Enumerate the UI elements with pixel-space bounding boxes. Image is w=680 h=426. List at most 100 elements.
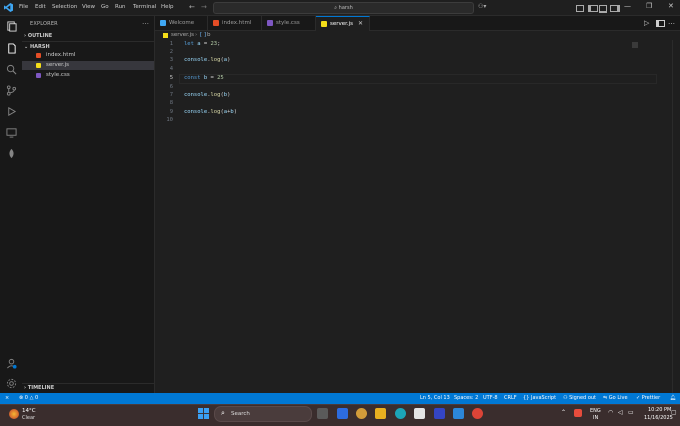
breadcrumb-file[interactable]: server.js xyxy=(171,32,194,38)
folder-section[interactable]: ⌄ HARSH xyxy=(24,44,50,50)
menu-terminal[interactable]: Terminal xyxy=(133,4,156,10)
timeline-section[interactable]: › TIMELINE xyxy=(24,385,54,391)
run-debug-icon[interactable] xyxy=(4,104,18,118)
copilot-icon[interactable]: ⚇▾ xyxy=(478,3,486,10)
language-bottom[interactable]: IN xyxy=(593,415,598,421)
battery-icon[interactable]: ▭ xyxy=(628,409,634,416)
broadcast-icon: ⇋ xyxy=(603,395,608,401)
line-number: 3 xyxy=(169,57,173,63)
toggle-sidebar-icon[interactable] xyxy=(588,5,598,12)
scrollbar[interactable] xyxy=(672,40,680,393)
run-file-icon[interactable]: ▷ xyxy=(644,19,649,27)
minimize-icon[interactable]: — xyxy=(624,2,631,10)
code-line[interactable]: console.log(b) xyxy=(184,92,230,98)
wifi-icon[interactable]: ◠ xyxy=(608,409,613,416)
clock-date[interactable]: 11/16/2025 xyxy=(644,415,673,421)
maximize-icon[interactable]: ❐ xyxy=(646,2,652,10)
file-item-style-css[interactable]: style.css xyxy=(22,71,154,80)
clock-time[interactable]: 10:20 PM xyxy=(648,407,671,413)
tray-app-icon[interactable] xyxy=(574,409,582,417)
copilot-app-icon[interactable] xyxy=(356,408,367,419)
edge-browser-icon[interactable] xyxy=(395,408,406,419)
taskbar-search-label: Search xyxy=(231,411,250,417)
more-actions-icon[interactable]: … xyxy=(142,18,149,26)
chevron-down-icon: ⌄ xyxy=(24,44,29,50)
line-number: 8 xyxy=(169,100,173,106)
menu-go[interactable]: Go xyxy=(101,4,109,10)
chevron-right-icon: › xyxy=(24,33,27,39)
notifications-bell-icon[interactable]: 🔔︎ xyxy=(670,395,676,401)
account-icon[interactable] xyxy=(4,356,18,370)
prettier-status[interactable]: ✓ Prettier xyxy=(636,395,660,401)
code-editor[interactable]: 1 let a = 23; 2 3 console.log(a) 4 5 con… xyxy=(155,40,680,393)
remote-explorer-icon[interactable] xyxy=(4,125,18,139)
cursor-position[interactable]: Ln 5, Col 13 xyxy=(420,395,450,401)
layout-icon[interactable] xyxy=(576,5,584,12)
minimap[interactable] xyxy=(632,42,638,48)
chevron-up-icon[interactable]: ⌃ xyxy=(561,409,566,416)
braces-icon: {} xyxy=(523,395,530,401)
menu-edit[interactable]: Edit xyxy=(35,4,46,10)
explorer-icon[interactable] xyxy=(4,41,18,55)
taskbar-search[interactable]: ⌕ Search xyxy=(214,406,312,422)
menu-run[interactable]: Run xyxy=(115,4,126,10)
html-file-icon xyxy=(36,53,41,58)
language-mode[interactable]: {} JavaScript xyxy=(523,395,556,401)
line-number: 4 xyxy=(169,66,173,72)
source-control-icon[interactable] xyxy=(4,83,18,97)
account-status[interactable]: ⚇ Signed out xyxy=(563,395,596,401)
menu-file[interactable]: File xyxy=(19,4,28,10)
store-icon[interactable] xyxy=(414,408,425,419)
tab-server-js[interactable]: server.js ✕ xyxy=(316,16,370,31)
close-window-icon[interactable]: ✕ xyxy=(668,2,674,10)
line-ending[interactable]: CRLF xyxy=(504,395,517,401)
command-center-search[interactable]: ⌕ harsh xyxy=(213,2,474,14)
notification-icon[interactable]: ▢ xyxy=(671,409,677,416)
back-arrow-icon[interactable]: ← xyxy=(189,3,195,11)
remote-indicator-icon[interactable]: ⨯ xyxy=(5,395,9,401)
forward-arrow-icon[interactable]: → xyxy=(201,3,207,11)
vscode-taskbar-icon[interactable] xyxy=(453,408,464,419)
split-editor-icon[interactable] xyxy=(656,20,665,27)
code-line[interactable]: console.log(a) xyxy=(184,57,230,63)
line-number: 6 xyxy=(169,84,173,90)
code-line[interactable]: const b = 25 xyxy=(184,75,224,81)
file-item-index-html[interactable]: index.html xyxy=(22,51,154,60)
tab-index-html[interactable]: index.html xyxy=(208,16,262,30)
app-icon[interactable] xyxy=(337,408,348,419)
breadcrumb-symbol[interactable]: b xyxy=(207,32,211,38)
toggle-secondary-sidebar-icon[interactable] xyxy=(610,5,620,12)
search-icon: ⌕ xyxy=(334,5,338,11)
line-number: 9 xyxy=(169,109,173,115)
go-live-button[interactable]: ⇋ Go Live xyxy=(603,395,628,401)
indentation[interactable]: Spaces: 2 xyxy=(454,395,478,401)
code-line[interactable]: console.log(a+b) xyxy=(184,109,237,115)
menu-selection[interactable]: Selection xyxy=(52,4,77,10)
encoding[interactable]: UTF-8 xyxy=(483,395,498,401)
settings-gear-icon[interactable] xyxy=(4,376,18,390)
volume-icon[interactable]: ◁ xyxy=(618,409,623,416)
toggle-panel-icon[interactable] xyxy=(599,5,607,13)
explorer-files-icon[interactable] xyxy=(4,19,18,33)
weather-icon[interactable] xyxy=(9,409,19,419)
app-l-icon[interactable] xyxy=(434,408,445,419)
task-view-icon[interactable] xyxy=(317,408,328,419)
code-line[interactable]: let a = 23; xyxy=(184,41,220,47)
windows-start-icon[interactable] xyxy=(198,408,209,419)
vscode-logo-icon[interactable] xyxy=(4,3,13,12)
variable-symbol-icon: [ ] xyxy=(200,32,207,38)
close-tab-icon[interactable]: ✕ xyxy=(358,20,363,27)
file-explorer-icon[interactable] xyxy=(375,408,386,419)
outline-section[interactable]: › OUTLINE xyxy=(24,33,52,39)
extension-icon[interactable] xyxy=(4,146,18,160)
menu-view[interactable]: View xyxy=(82,4,95,10)
search-view-icon[interactable] xyxy=(4,62,18,76)
chrome-icon[interactable] xyxy=(472,408,483,419)
language-top[interactable]: ENG xyxy=(590,408,601,414)
tab-style-css[interactable]: style.css xyxy=(262,16,316,30)
problems-indicator[interactable]: ⊗ 0 △ 0 xyxy=(19,395,38,401)
menu-help[interactable]: Help xyxy=(161,4,174,10)
tab-welcome[interactable]: Welcome xyxy=(155,16,208,30)
file-item-server-js[interactable]: server.js xyxy=(22,61,154,70)
more-actions-icon[interactable]: … xyxy=(668,18,675,26)
